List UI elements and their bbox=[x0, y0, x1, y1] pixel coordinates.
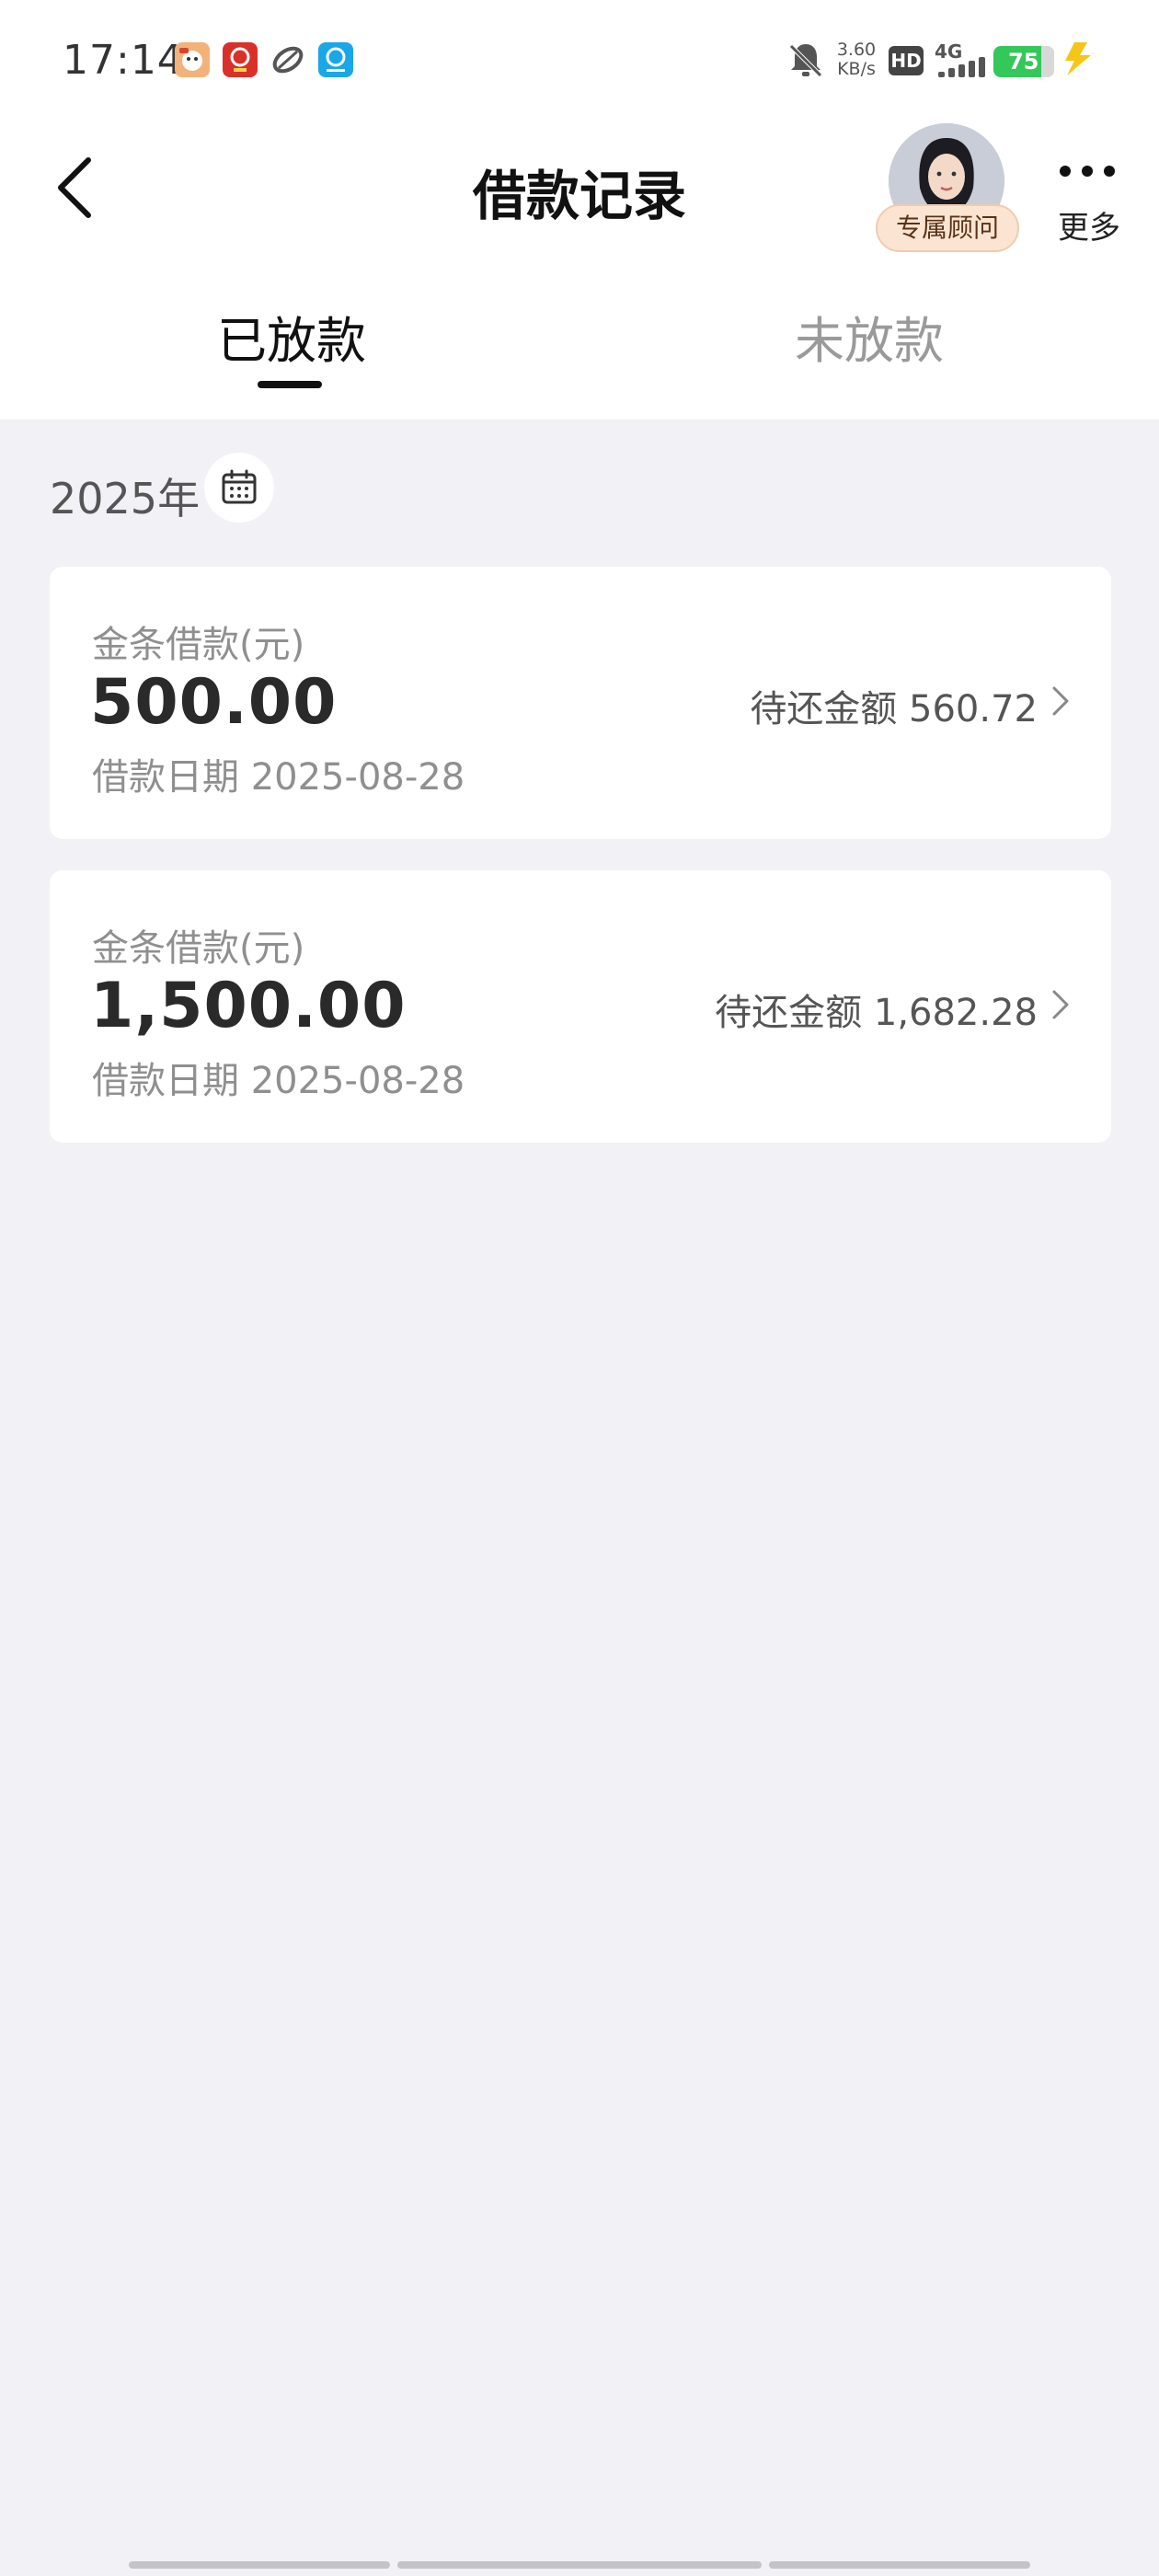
app-icon-1 bbox=[175, 42, 210, 77]
advisor-badge[interactable]: 专属顾问 bbox=[876, 204, 1019, 252]
app-icon-3 bbox=[270, 42, 305, 77]
loan-date: 借款日期 2025-08-28 bbox=[92, 756, 465, 799]
bell-off-icon bbox=[789, 44, 822, 77]
loan-amount: 1,500.00 bbox=[90, 970, 407, 1042]
tab-not-disbursed[interactable]: 未放款 bbox=[795, 300, 944, 373]
loan-card[interactable]: 金条借款(元) 500.00 借款日期 2025-08-28 待还金额 560.… bbox=[50, 567, 1111, 839]
hd-badge: HD bbox=[889, 46, 924, 75]
more-button[interactable]: 更多 bbox=[1045, 147, 1133, 248]
chevron-right-icon bbox=[1052, 686, 1069, 716]
gesture-bar-segment bbox=[397, 2561, 762, 2569]
loan-amount: 500.00 bbox=[90, 666, 338, 739]
battery-level: 75 bbox=[1008, 49, 1039, 75]
calendar-icon bbox=[222, 469, 257, 504]
calendar-button[interactable] bbox=[204, 453, 274, 523]
tab-disbursed[interactable]: 已放款 bbox=[217, 300, 366, 373]
status-time: 17:14 bbox=[63, 37, 184, 84]
more-dots-icon bbox=[1060, 166, 1115, 177]
pending-amount: 待还金额 1,682.28 bbox=[715, 992, 1038, 1034]
network-speed: 3.60 KB/s bbox=[833, 40, 879, 79]
gesture-bar-segment bbox=[769, 2561, 1030, 2569]
loan-date: 借款日期 2025-08-28 bbox=[92, 1060, 465, 1102]
loan-card[interactable]: 金条借款(元) 1,500.00 借款日期 2025-08-28 待还金额 1,… bbox=[50, 870, 1111, 1143]
active-tab-indicator bbox=[258, 381, 322, 388]
loan-type-label: 金条借款(元) bbox=[92, 927, 305, 970]
chevron-right-icon bbox=[1052, 990, 1069, 1019]
gesture-bar-segment bbox=[129, 2561, 390, 2569]
app-icon-2 bbox=[223, 42, 258, 77]
more-label: 更多 bbox=[1058, 210, 1120, 247]
app-icon-4 bbox=[318, 42, 353, 77]
battery-indicator: 75 bbox=[993, 46, 1054, 77]
charging-icon bbox=[1065, 42, 1091, 75]
top-panel: 17:14 3.60 KB/s HD 4G 75 借款记录 专属顾问 更多 已放… bbox=[0, 0, 1159, 420]
signal-bars-icon bbox=[938, 57, 986, 77]
network-speed-value: 3.60 bbox=[836, 40, 877, 60]
loan-type-label: 金条借款(元) bbox=[92, 624, 305, 666]
status-bar: 17:14 3.60 KB/s HD 4G 75 bbox=[0, 0, 1159, 121]
year-label[interactable]: 2025年 bbox=[50, 466, 200, 526]
network-speed-unit: KB/s bbox=[837, 59, 876, 79]
pending-amount: 待还金额 560.72 bbox=[750, 688, 1038, 730]
